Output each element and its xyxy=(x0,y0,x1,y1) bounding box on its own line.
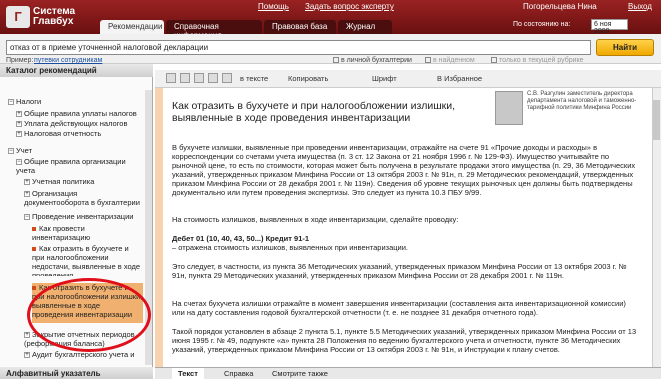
highlight-circle xyxy=(27,278,151,352)
scroll-thumb[interactable] xyxy=(653,100,660,140)
help-link[interactable]: Помощь xyxy=(258,2,289,11)
tree-item[interactable]: Как отразить в бухучете и при налогообло… xyxy=(32,244,141,276)
tab-recommendations[interactable]: Рекомендации xyxy=(100,20,164,34)
search-in-text-button[interactable]: в тексте xyxy=(240,74,268,83)
document-pane xyxy=(155,88,652,367)
tree-label: Организация документооборота в бухгалтер… xyxy=(24,189,140,207)
expand-icon[interactable]: + xyxy=(24,179,30,186)
tree-label: Уплата действующих налогов xyxy=(24,119,128,128)
author-photo xyxy=(495,91,523,125)
font-button[interactable]: Шрифт xyxy=(372,74,397,83)
tree-item[interactable]: − Общие правила организации учета xyxy=(16,157,141,175)
date-label: По состоянию на: xyxy=(513,21,571,28)
entry: Дебет 01 (10, 40, 43, 50...) Кредит 91-1 xyxy=(172,234,310,243)
expand-icon[interactable]: + xyxy=(16,121,22,128)
user-name[interactable]: Погорельцева Нина xyxy=(523,2,597,11)
opt-rubric-label: только в текущей рубрике xyxy=(499,57,584,64)
tree-item[interactable]: + Учетная политика xyxy=(24,177,141,186)
ask-expert-link[interactable]: Задать вопрос эксперту xyxy=(305,2,394,11)
tab-text[interactable]: Текст xyxy=(172,368,204,379)
doc-accent-strip xyxy=(155,88,163,367)
opt-found[interactable]: в найденном xyxy=(425,57,475,64)
expand-icon[interactable]: + xyxy=(16,111,22,118)
bullet-icon xyxy=(32,227,36,232)
tree-label: Налоговая отчетность xyxy=(24,129,102,138)
tab-info[interactable]: Справка xyxy=(218,368,259,379)
bullet-icon xyxy=(32,286,36,291)
expand-icon[interactable]: + xyxy=(24,332,30,339)
opt-personal[interactable]: в личной бухгалтерии xyxy=(333,57,412,64)
checkbox-icon[interactable] xyxy=(491,57,497,64)
opt-personal-label: в личной бухгалтерии xyxy=(341,57,412,64)
tree-label: Как отразить в бухучете и при налогообло… xyxy=(32,244,141,276)
save-icon[interactable] xyxy=(222,73,232,83)
paragraph: Такой порядок установлен в абзаце 2 пунк… xyxy=(172,327,637,354)
paragraph: В бухучете излишки, выявленные при прове… xyxy=(172,143,636,197)
tree-item[interactable]: − Проведение инвентаризации xyxy=(24,212,141,221)
home-icon[interactable] xyxy=(166,73,176,83)
search-input[interactable]: отказ от в приеме уточненной налоговой д… xyxy=(6,40,591,55)
tab-see-also[interactable]: Смотрите также xyxy=(266,368,334,379)
tab-journal[interactable]: Журнал xyxy=(338,20,392,34)
tab-law[interactable]: Правовая база xyxy=(264,20,336,34)
author-info: С.В. Разгулин заместитель директора депа… xyxy=(527,91,637,111)
collapse-icon[interactable]: − xyxy=(8,99,14,106)
tree-label: Проведение инвентаризации xyxy=(32,212,134,221)
collapse-icon[interactable]: − xyxy=(8,148,14,155)
checkbox-icon[interactable] xyxy=(425,57,431,64)
opt-found-label: в найденном xyxy=(433,57,475,64)
bullet-icon xyxy=(32,247,36,252)
logout-link[interactable]: Выход xyxy=(628,2,652,11)
tree-label: Как провести инвентаризацию xyxy=(32,224,91,242)
doc-icon[interactable] xyxy=(194,73,204,83)
favorites-button[interactable]: В Избранное xyxy=(437,74,482,83)
tree-item[interactable]: − Налоги xyxy=(8,97,41,106)
checkbox-icon[interactable] xyxy=(333,57,339,64)
tree-item[interactable]: + Налоговая отчетность xyxy=(16,129,101,138)
tree-item[interactable]: − Учет xyxy=(8,146,32,155)
paragraph: На счетах бухучета излишки отражайте в м… xyxy=(172,299,626,317)
tree-label: Учетная политика xyxy=(32,177,95,186)
tree-label: Учет xyxy=(16,146,33,155)
tree-item[interactable]: + Общие правила уплаты налогов xyxy=(16,109,141,118)
find-button[interactable]: Найти xyxy=(596,39,654,56)
tree-label: Общие правила организации учета xyxy=(16,157,126,175)
tree-label: Налоги xyxy=(16,97,42,106)
example-link[interactable]: путевки сотрудникам xyxy=(34,57,102,64)
tree-item[interactable]: + Организация документооборота в бухгалте… xyxy=(24,189,141,207)
print-icon[interactable] xyxy=(208,73,218,83)
tab-reference[interactable]: Справочная информация xyxy=(166,20,262,40)
expand-icon[interactable]: + xyxy=(24,352,30,359)
tree-item[interactable]: Как провести инвентаризацию xyxy=(32,224,141,242)
catalog-header: Каталог рекомендаций xyxy=(0,64,153,77)
alphabet-index[interactable]: Алфавитный указатель xyxy=(0,367,153,379)
copy-button[interactable]: Копировать xyxy=(288,74,328,83)
expand-icon[interactable]: + xyxy=(24,191,30,198)
tree-label: Общие правила уплаты налогов xyxy=(24,109,137,118)
collapse-icon[interactable]: − xyxy=(16,159,22,166)
tree-item[interactable]: + Уплата действующих налогов xyxy=(16,119,127,128)
paragraph: На стоимость излишков, выявленных в ходе… xyxy=(172,215,459,224)
doc-title: Как отразить в бухучете и при налогообло… xyxy=(172,100,456,124)
collapse-icon[interactable]: − xyxy=(24,214,30,221)
logo-icon: Г xyxy=(6,6,30,28)
expand-icon[interactable]: + xyxy=(16,131,22,138)
paragraph: Это следует, в частности, из пункта 36 М… xyxy=(172,262,627,280)
example-label: Пример: xyxy=(6,57,34,64)
date-field[interactable]: 6 ноя 2009 xyxy=(591,19,628,35)
list-icon[interactable] xyxy=(180,73,190,83)
entry-note: – отражена стоимость излишков, выявленны… xyxy=(172,243,409,252)
opt-rubric[interactable]: только в текущей рубрике xyxy=(491,57,584,64)
